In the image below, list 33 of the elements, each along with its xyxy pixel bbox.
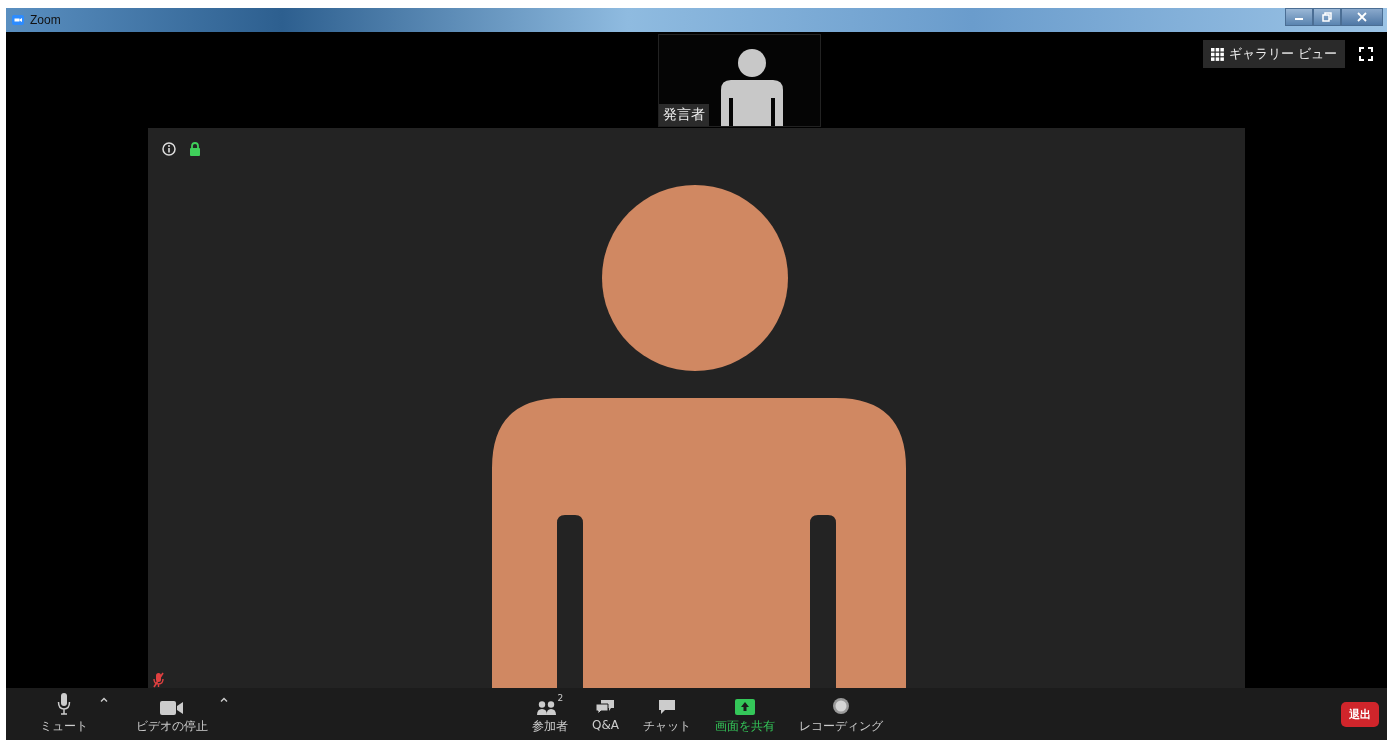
close-button[interactable] bbox=[1341, 8, 1383, 26]
chat-button[interactable]: チャット bbox=[639, 691, 695, 737]
qa-button[interactable]: Q&A bbox=[588, 691, 623, 734]
minimize-button[interactable] bbox=[1285, 8, 1313, 26]
restore-button[interactable] bbox=[1313, 8, 1341, 26]
video-camera-icon bbox=[160, 701, 184, 715]
info-icon[interactable] bbox=[162, 142, 176, 156]
restore-icon bbox=[1322, 12, 1332, 22]
share-screen-button[interactable]: 画面を共有 bbox=[711, 691, 779, 737]
chat-bubbles-icon bbox=[595, 699, 616, 715]
lock-icon[interactable] bbox=[189, 142, 201, 156]
grid-icon bbox=[1210, 47, 1224, 61]
speaker-label: 発言者 bbox=[659, 104, 709, 126]
leave-button[interactable]: 退出 bbox=[1341, 701, 1379, 727]
microphone-icon bbox=[57, 693, 71, 715]
window-title: Zoom bbox=[30, 13, 61, 27]
record-icon bbox=[832, 697, 850, 715]
camera-icon bbox=[12, 15, 24, 25]
chat-bubble-icon bbox=[658, 699, 676, 715]
record-button[interactable]: レコーディング bbox=[795, 691, 887, 737]
fullscreen-icon[interactable] bbox=[1359, 47, 1373, 61]
close-icon bbox=[1357, 12, 1367, 22]
participants-button[interactable]: 2 参加者 bbox=[528, 691, 572, 737]
caret-icon[interactable] bbox=[220, 697, 228, 702]
gallery-view-button[interactable]: ギャラリー ビュー bbox=[1202, 40, 1345, 68]
person-silhouette-icon bbox=[720, 48, 783, 126]
caret-icon[interactable] bbox=[100, 697, 108, 702]
stop-video-button[interactable]: ビデオの停止 bbox=[132, 691, 212, 737]
share-screen-icon bbox=[735, 699, 755, 715]
people-icon bbox=[536, 701, 557, 715]
mute-button[interactable]: ミュート bbox=[36, 691, 92, 737]
participant-count: 2 bbox=[557, 693, 564, 703]
speaker-thumbnail[interactable]: 発言者 bbox=[658, 34, 821, 127]
